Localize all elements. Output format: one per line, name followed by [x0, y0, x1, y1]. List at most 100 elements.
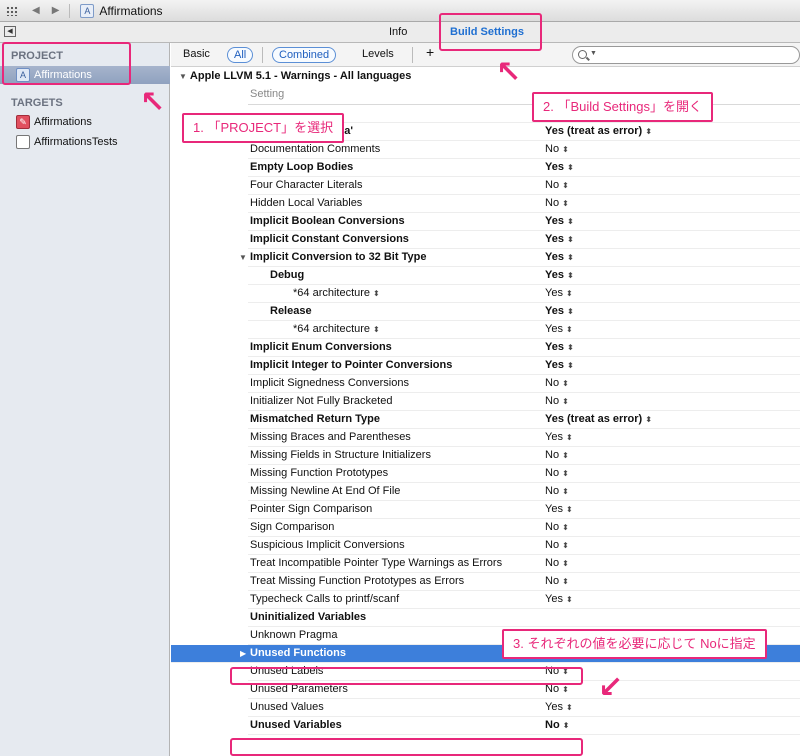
setting-value-popup[interactable]: Yes⬍ — [545, 213, 574, 230]
filter-levels[interactable]: Levels — [362, 47, 394, 63]
stepper-icon[interactable]: ⬍ — [373, 289, 380, 298]
setting-value-popup[interactable]: Yes⬍ — [545, 591, 573, 608]
setting-row[interactable]: Missing Function Prototypes No ⬍ — [248, 465, 800, 483]
setting-name: Implicit Boolean Conversions — [250, 213, 405, 230]
setting-row[interactable]: Implicit Signedness Conversions No ⬍ — [248, 375, 800, 393]
setting-row[interactable]: Missing Fields in Structure Initializers… — [248, 447, 800, 465]
setting-value-popup[interactable]: Yes⬍ — [545, 339, 574, 356]
setting-row[interactable]: Implicit Constant Conversions Yes ⬍ — [248, 231, 800, 249]
setting-row[interactable]: Unused Variables No ⬍ — [248, 717, 800, 735]
forward-button[interactable]: ▶ — [52, 5, 60, 16]
setting-value-text: No — [545, 143, 560, 155]
disclosure-open-icon[interactable]: ▼ — [179, 68, 187, 86]
setting-value-popup[interactable]: No⬍ — [545, 537, 569, 554]
setting-row[interactable]: Treat Missing Function Prototypes as Err… — [248, 573, 800, 591]
setting-name: Implicit Constant Conversions — [250, 231, 409, 248]
setting-value-popup[interactable]: Yes⬍ — [545, 429, 573, 446]
setting-value-popup[interactable]: No⬍ — [545, 447, 569, 464]
setting-value-popup[interactable]: No⬍ — [545, 519, 569, 536]
setting-row[interactable]: Sign Comparison No ⬍ — [248, 519, 800, 537]
setting-value-popup[interactable]: Yes⬍ — [545, 357, 574, 374]
setting-row[interactable]: Hidden Local Variables No ⬍ — [248, 195, 800, 213]
related-items-icon[interactable] — [6, 5, 18, 16]
filter-basic[interactable]: Basic — [183, 47, 210, 63]
setting-row[interactable]: Implicit Enum Conversions Yes ⬍ — [248, 339, 800, 357]
filter-all[interactable]: All — [227, 47, 254, 63]
setting-row[interactable]: Documentation Comments No ⬍ — [248, 141, 800, 159]
setting-value-text: Yes — [545, 305, 564, 317]
stepper-icon: ⬍ — [562, 469, 569, 478]
arrow-to-project-icon: ↖ — [140, 86, 166, 119]
setting-value-text: No — [545, 377, 560, 389]
setting-row[interactable]: *64 architecture ⬍ Yes ⬍ — [248, 285, 800, 303]
search-field[interactable]: ▼ — [572, 46, 800, 64]
setting-row[interactable]: Implicit Integer to Pointer Conversions Y… — [248, 357, 800, 375]
setting-value-text: Yes (treat as error) — [545, 413, 643, 425]
stepper-icon: ⬍ — [565, 433, 573, 442]
setting-value-text: Yes — [545, 215, 564, 227]
back-button[interactable]: ◀ — [32, 5, 40, 16]
setting-value-popup[interactable]: Yes⬍ — [545, 699, 573, 716]
setting-value-popup[interactable]: No⬍ — [545, 717, 569, 734]
setting-value-popup[interactable]: No⬍ — [545, 141, 569, 158]
setting-row[interactable]: Suspicious Implicit Conversions No ⬍ — [248, 537, 800, 555]
sidebar-toggle-icon[interactable]: ◀ — [4, 26, 16, 37]
setting-value-popup[interactable]: Yes⬍ — [545, 501, 573, 518]
setting-value-popup[interactable]: No⬍ — [545, 483, 569, 500]
sidebar-item-target-tests[interactable]: AffirmationsTests — [0, 133, 170, 151]
setting-value-text: No — [545, 557, 560, 569]
setting-name-text: Empty Loop Bodies — [250, 161, 354, 173]
setting-row[interactable]: Empty Loop Bodies Yes ⬍ — [248, 159, 800, 177]
setting-value-popup[interactable]: Yes (treat as error) ⬍ — [545, 123, 652, 140]
setting-row[interactable]: Debug Yes ⬍ — [248, 267, 800, 285]
setting-value-popup[interactable]: No⬍ — [545, 375, 569, 392]
filter-combined[interactable]: Combined — [272, 47, 337, 63]
setting-row[interactable]: Release Yes ⬍ — [248, 303, 800, 321]
settings-group-header[interactable]: ▼ Apple LLVM 5.1 - Warnings - All languag… — [171, 67, 411, 85]
setting-name-text: Typecheck Calls to printf/scanf — [250, 593, 400, 605]
setting-value-popup[interactable]: Yes⬍ — [545, 303, 574, 320]
setting-value-popup[interactable]: Yes⬍ — [545, 321, 573, 338]
setting-value-popup[interactable]: No⬍ — [545, 573, 569, 590]
setting-value-popup[interactable]: No⬍ — [545, 465, 569, 482]
setting-value-popup[interactable]: Yes⬍ — [545, 267, 574, 284]
setting-row[interactable]: Missing Braces and Parentheses Yes ⬍ — [248, 429, 800, 447]
setting-value-popup[interactable]: Yes⬍ — [545, 285, 573, 302]
test-bundle-icon — [16, 135, 30, 149]
setting-row[interactable]: Initializer Not Fully Bracketed No ⬍ — [248, 393, 800, 411]
chevron-down-icon[interactable]: ▼ — [590, 50, 597, 57]
setting-name: Implicit Enum Conversions — [250, 339, 392, 356]
setting-row[interactable]: Unused Values Yes ⬍ — [248, 699, 800, 717]
setting-value-text: Yes — [545, 161, 564, 173]
setting-name-text: Missing Newline At End Of File — [250, 485, 401, 497]
disclosure-closed-icon[interactable]: ▶ — [240, 645, 246, 662]
setting-value-popup[interactable]: No⬍ — [545, 195, 569, 212]
setting-value-popup[interactable]: No⬍ — [545, 555, 569, 572]
setting-row[interactable]: Mismatched Return Type Yes (treat as erro… — [248, 411, 800, 429]
setting-value-popup[interactable]: Yes⬍ — [545, 231, 574, 248]
tab-info[interactable]: Info — [389, 26, 407, 38]
breadcrumb-project[interactable]: Affirmations — [99, 4, 162, 18]
setting-row[interactable]: Implicit Boolean Conversions Yes ⬍ — [248, 213, 800, 231]
setting-value-popup[interactable]: Yes⬍ — [545, 159, 574, 176]
setting-row[interactable]: Pointer Sign Comparison Yes ⬍ — [248, 501, 800, 519]
setting-row[interactable]: Missing Newline At End Of File No ⬍ — [248, 483, 800, 501]
setting-row[interactable]: Four Character Literals No ⬍ — [248, 177, 800, 195]
setting-name: Implicit Integer to Pointer Conversions — [250, 357, 452, 374]
setting-row[interactable]: ▼ Implicit Conversion to 32 Bit Type Yes ⬍ — [239, 249, 800, 267]
setting-row[interactable]: Typecheck Calls to printf/scanf Yes ⬍ — [248, 591, 800, 609]
setting-name-text: Treat Missing Function Prototypes as Err… — [250, 575, 465, 587]
setting-name-text: Implicit Integer to Pointer Conversions — [250, 359, 453, 371]
setting-row[interactable]: Treat Incompatible Pointer Type Warnings… — [248, 555, 800, 573]
setting-row[interactable]: Uninitialized Variables — [248, 609, 800, 627]
setting-row[interactable]: *64 architecture ⬍ Yes ⬍ — [248, 321, 800, 339]
setting-value-popup[interactable]: No⬍ — [545, 393, 569, 410]
setting-value-popup[interactable]: No⬍ — [545, 177, 569, 194]
stepper-icon[interactable]: ⬍ — [373, 325, 380, 334]
setting-value-popup[interactable]: Yes⬍ — [545, 249, 574, 266]
search-input[interactable] — [599, 48, 794, 62]
callout-project — [2, 42, 131, 85]
setting-value-popup[interactable]: Yes (treat as error) ⬍ — [545, 411, 652, 428]
add-setting-button[interactable]: + — [426, 45, 434, 61]
disclosure-open-icon[interactable]: ▼ — [239, 249, 247, 266]
